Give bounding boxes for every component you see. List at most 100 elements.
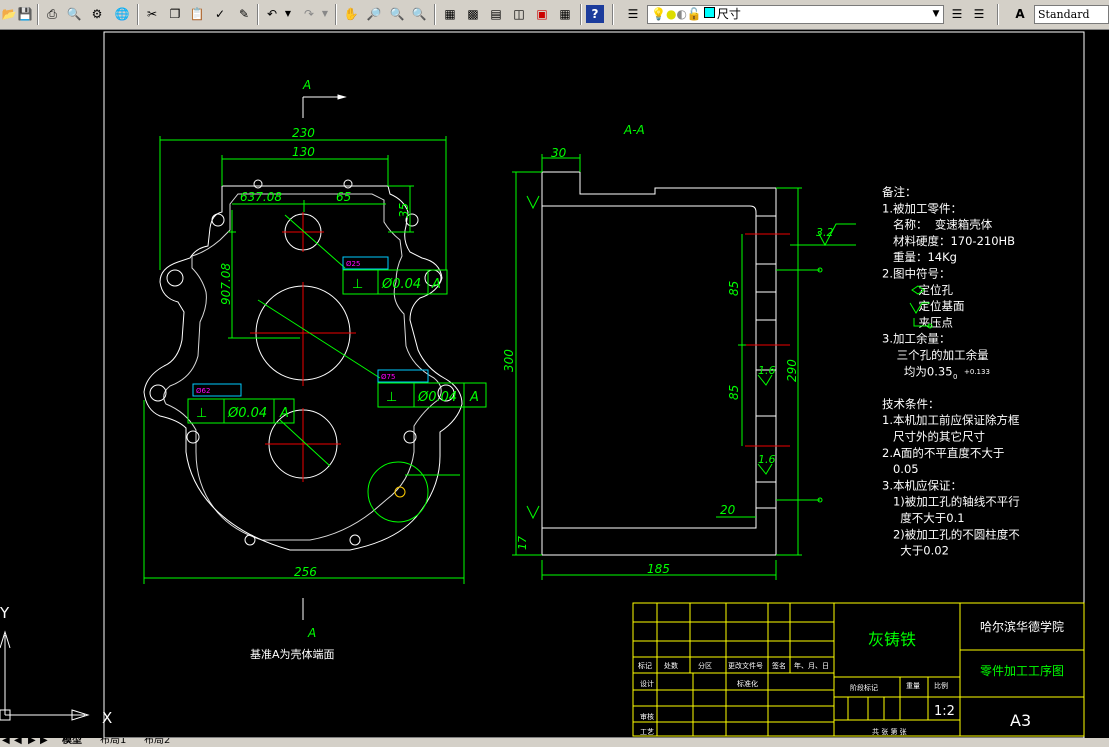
note-line: 2.A面的不平直度不大于 bbox=[882, 446, 1004, 460]
tool-palettes-icon[interactable]: ▤ bbox=[487, 5, 505, 23]
light-bulb-icon: 💡 bbox=[651, 7, 666, 21]
markup-icon[interactable]: ▣ bbox=[533, 5, 551, 23]
match-properties-icon[interactable]: ✓ bbox=[211, 5, 229, 23]
separator bbox=[997, 4, 999, 25]
notes-block: 备注： 1.被加工零件： 名称： 变速箱壳体 材料硬度：170-210HB 重量：… bbox=[882, 185, 1020, 558]
svg-text:处数: 处数 bbox=[664, 661, 678, 670]
svg-text:⊥: ⊥ bbox=[352, 277, 363, 292]
tab-nav-prev-icon[interactable]: ◀ bbox=[14, 738, 22, 746]
tab-nav-first-icon[interactable]: ◀ bbox=[2, 738, 10, 746]
roughness-32: 3.2 bbox=[816, 226, 834, 239]
help-icon[interactable]: ? bbox=[586, 5, 604, 23]
print-preview-icon[interactable]: 🔍 bbox=[65, 5, 83, 23]
brush-icon[interactable]: ✎ bbox=[235, 5, 253, 23]
drawing-canvas[interactable]: A A 基准A为壳体端面 230 130 637.08 65 35 907.08… bbox=[0, 30, 1109, 740]
svg-text:标准化: 标准化 bbox=[737, 679, 758, 688]
design-center-icon[interactable]: ▩ bbox=[464, 5, 482, 23]
svg-text:比例: 比例 bbox=[934, 681, 948, 690]
drawing-frame bbox=[103, 31, 1085, 739]
note-line: 定位基面 bbox=[882, 299, 965, 313]
undo-icon[interactable]: ↶ bbox=[263, 5, 281, 23]
layer-manager-icon[interactable]: ☰ bbox=[624, 5, 642, 23]
plot-icon[interactable]: 🌐 bbox=[113, 5, 131, 23]
undo-dropdown-icon[interactable]: ▼ bbox=[283, 5, 293, 23]
svg-text:共 张 第 张: 共 张 第 张 bbox=[872, 727, 907, 736]
svg-text:审核: 审核 bbox=[640, 712, 654, 721]
layer-name: 尺寸 bbox=[716, 7, 741, 21]
roughness-16b: 1.6 bbox=[758, 453, 776, 466]
publish-icon[interactable]: ⚙ bbox=[88, 5, 106, 23]
tab-layout2[interactable]: 布局2 bbox=[144, 738, 170, 746]
dim-17: 17 bbox=[516, 536, 529, 550]
layout-tabs: ◀ ◀ ▶ ▶ 模型 布局1 布局2 bbox=[0, 738, 1109, 747]
separator bbox=[257, 4, 259, 25]
make-layer-current-icon[interactable]: ☰ bbox=[948, 5, 966, 23]
dim-290: 290 bbox=[785, 359, 799, 382]
redo-icon[interactable]: ↷ bbox=[300, 5, 318, 23]
note-line: 名称： 变速箱壳体 bbox=[882, 218, 993, 232]
dim-230: 230 bbox=[292, 126, 315, 140]
svg-text:阶段标记: 阶段标记 bbox=[850, 683, 878, 692]
section-dimension-lines bbox=[512, 154, 856, 580]
tolerance-superscript: +0.133 bbox=[964, 368, 990, 376]
standard-toolbar: 📂 💾 ⎙ 🔍 ⚙ 🌐 ✂ ❐ 📋 ✓ ✎ ↶ ▼ ↷ ▼ ✋ 🔎 🔍 🔍 ▦ … bbox=[0, 0, 1109, 30]
zoom-window-icon[interactable]: 🔍 bbox=[388, 5, 406, 23]
note-line: 1.被加工零件： bbox=[882, 201, 962, 215]
calculator-icon[interactable]: ▦ bbox=[556, 5, 574, 23]
title-block-headers: 标记 处数 分区 更改文件号 签名 年、月、日 设计 标准化 审核 工艺 阶段标… bbox=[638, 661, 948, 736]
svg-text:Ø75: Ø75 bbox=[381, 373, 395, 381]
layer-previous-icon[interactable]: ☰ bbox=[970, 5, 988, 23]
note-line: 三个孔的加工余量 bbox=[882, 348, 989, 362]
sheet-size: A3 bbox=[1010, 711, 1031, 730]
note-line: 大于0.02 bbox=[882, 544, 949, 558]
text-style-combo[interactable]: Standard bbox=[1034, 5, 1109, 24]
view-label-bottom: A bbox=[307, 626, 316, 640]
tolerance-subscript: 0 bbox=[953, 373, 957, 381]
print-icon[interactable]: ⎙ bbox=[43, 5, 61, 23]
chevron-down-icon[interactable]: ▼ bbox=[929, 6, 943, 23]
paste-icon[interactable]: 📋 bbox=[188, 5, 206, 23]
save-icon[interactable]: 💾 bbox=[16, 5, 34, 23]
tolerance-frame-2: Ø75 ⊥ Ø0.04 A bbox=[377, 369, 487, 408]
sheet-set-icon[interactable]: ◫ bbox=[510, 5, 528, 23]
ucs-y-label: Y bbox=[0, 604, 10, 622]
text-style-icon[interactable]: A bbox=[1011, 5, 1029, 23]
tab-model[interactable]: 模型 bbox=[62, 738, 82, 746]
note-line: 材料硬度：170-210HB bbox=[882, 234, 1015, 248]
material-label: 灰铸铁 bbox=[868, 630, 916, 649]
zoom-previous-icon[interactable]: 🔍 bbox=[410, 5, 428, 23]
pan-icon[interactable]: ✋ bbox=[342, 5, 360, 23]
view-label-top: A bbox=[302, 78, 311, 92]
note-line: 3.本机应保证： bbox=[882, 478, 962, 492]
dim-85b: 85 bbox=[727, 385, 741, 400]
separator bbox=[434, 4, 436, 25]
properties-icon[interactable]: ▦ bbox=[441, 5, 459, 23]
tab-layout1[interactable]: 布局1 bbox=[100, 738, 126, 746]
svg-text:签名: 签名 bbox=[772, 661, 786, 670]
scale-value: 1:2 bbox=[934, 704, 955, 719]
svg-text:Ø0.04: Ø0.04 bbox=[381, 277, 421, 292]
redo-dropdown-icon[interactable]: ▼ bbox=[320, 5, 330, 23]
zoom-realtime-icon[interactable]: 🔎 bbox=[365, 5, 383, 23]
section-marker-top bbox=[302, 94, 347, 118]
note-line: 1)被加工孔的轴线不平行 bbox=[882, 495, 1020, 509]
freeze-icon: ◐ bbox=[676, 7, 687, 21]
note-line: 1.本机加工前应保证除方框 bbox=[882, 413, 1020, 427]
svg-text:重量: 重量 bbox=[906, 682, 920, 690]
svg-text:Ø0.04: Ø0.04 bbox=[227, 406, 267, 421]
ucs-x-label: X bbox=[102, 709, 112, 727]
svg-text:Ø25: Ø25 bbox=[346, 260, 360, 268]
svg-text:A: A bbox=[431, 277, 441, 292]
layer-combo[interactable]: 💡●◐🔓 尺寸 ▼ bbox=[647, 5, 944, 24]
note-line: 尺寸外的其它尺寸 bbox=[882, 430, 985, 444]
tab-nav-last-icon[interactable]: ▶ bbox=[40, 738, 48, 746]
dim-907: 907.08 bbox=[219, 263, 233, 305]
drawing-name: 零件加工工序图 bbox=[980, 663, 1064, 678]
copy-icon[interactable]: ❐ bbox=[166, 5, 184, 23]
note-line: 2)被加工孔的不圆柱度不 bbox=[882, 527, 1020, 541]
note-line: 技术条件： bbox=[882, 397, 940, 411]
note-line: 定位孔 bbox=[882, 283, 954, 297]
tab-nav-next-icon[interactable]: ▶ bbox=[28, 738, 36, 746]
cut-icon[interactable]: ✂ bbox=[143, 5, 161, 23]
drawing-svg: A A 基准A为壳体端面 230 130 637.08 65 35 907.08… bbox=[0, 31, 1085, 739]
